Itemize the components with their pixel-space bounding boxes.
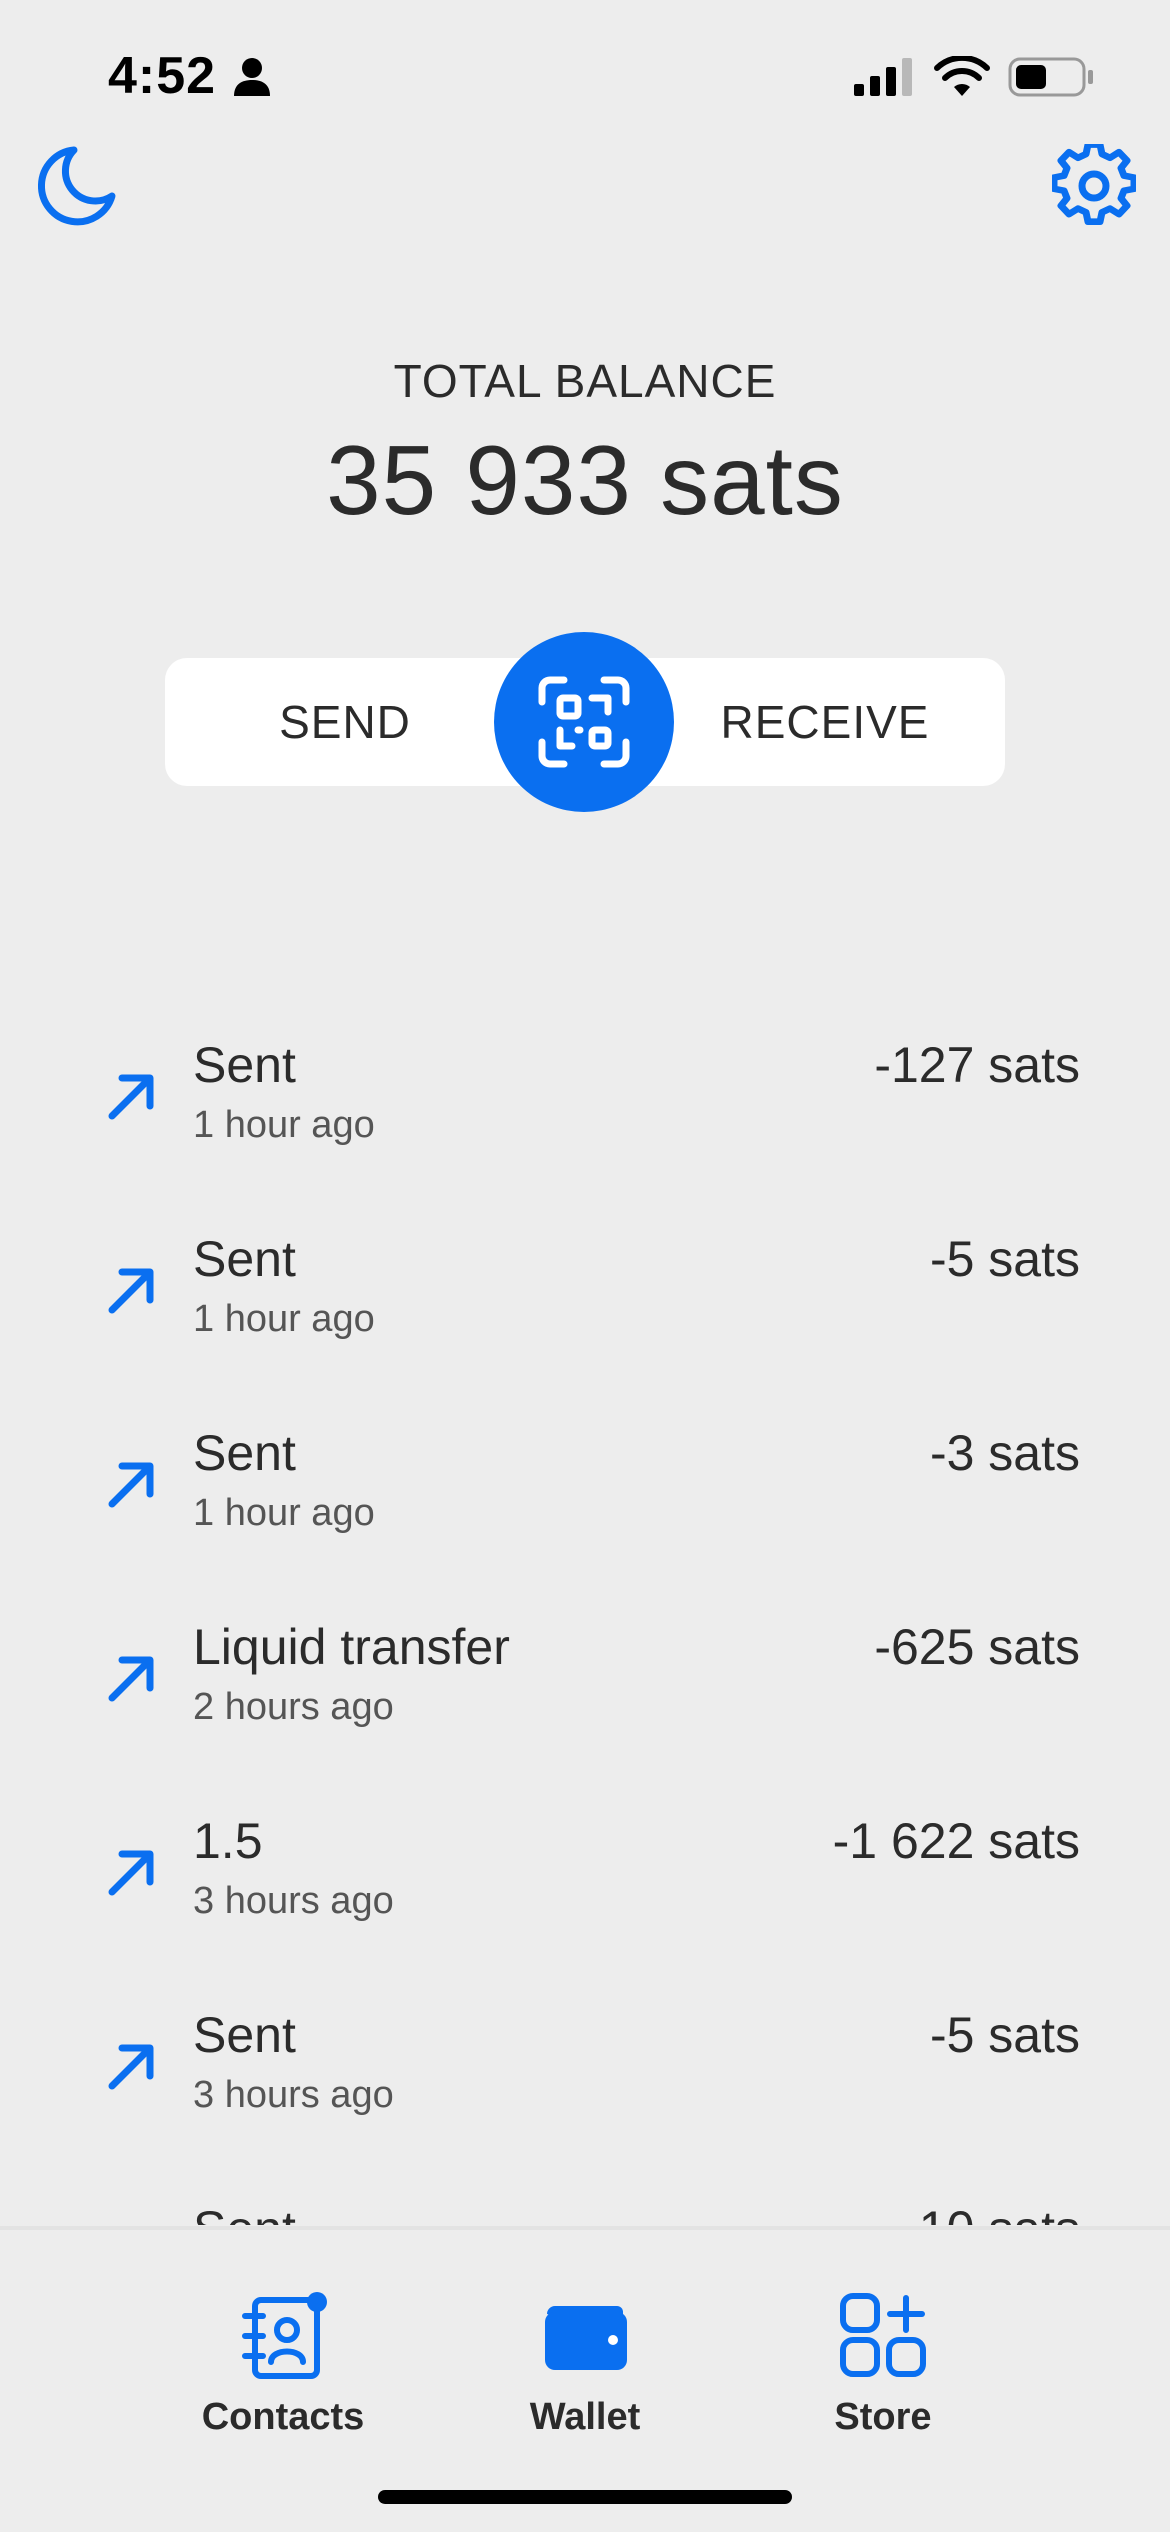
transaction-amount: -1 622 sats	[832, 1813, 1080, 1869]
cellular-signal-icon	[854, 58, 912, 96]
transaction-amount: -625 sats	[874, 1619, 1080, 1675]
transaction-time: 1 hour ago	[193, 1104, 375, 1146]
store-icon	[840, 2293, 926, 2377]
tab-store[interactable]: Store	[763, 2290, 1003, 2450]
status-bar: 4:52	[0, 0, 1170, 150]
transaction-title: Sent	[193, 1037, 296, 1093]
arrow-up-right-icon	[108, 1268, 154, 1314]
transaction-title: Liquid transfer	[193, 1619, 510, 1675]
arrow-up-right-icon	[108, 1462, 154, 1508]
battery-icon	[1008, 57, 1093, 97]
arrow-up-right-icon	[108, 1074, 154, 1120]
wallet-screen: 4:52 TOTAL BALANCE 35 933 sats SEND RECE…	[0, 0, 1170, 2532]
transaction-row[interactable]: Sent 1 hour ago -127 sats	[0, 1000, 1170, 1194]
qr-scan-icon	[538, 676, 630, 768]
transaction-list: Sent 1 hour ago -127 sats Sent 1 hour ag…	[0, 1000, 1170, 2225]
transaction-amount: -5 sats	[929, 2007, 1080, 2063]
tab-wallet-label: Wallet	[529, 2396, 641, 2438]
tab-contacts[interactable]: Contacts	[163, 2290, 403, 2450]
transaction-amount: -10 sats	[902, 2200, 1080, 2225]
transaction-title: Sent	[193, 1231, 296, 1287]
tab-store-label: Store	[834, 2396, 932, 2438]
transaction-row[interactable]: Sent 1 hour ago -3 sats	[0, 1388, 1170, 1582]
arrow-up-right-icon	[108, 2044, 154, 2090]
moon-icon[interactable]	[34, 144, 118, 228]
receive-button[interactable]: RECEIVE	[645, 658, 1005, 786]
arrow-up-right-icon	[108, 1656, 154, 1702]
transaction-amount: -127 sats	[874, 1037, 1080, 1093]
bottom-tab-bar: Contacts Wallet Store	[0, 2226, 1170, 2532]
gear-icon[interactable]	[1052, 144, 1136, 228]
status-time: 4:52	[108, 47, 217, 105]
transaction-title: 1.5	[193, 1813, 263, 1869]
transaction-row[interactable]: Sent 1 hour ago -5 sats	[0, 1194, 1170, 1388]
transaction-amount: -5 sats	[929, 1231, 1080, 1287]
person-icon	[234, 58, 270, 96]
transaction-title: Sent	[193, 2200, 296, 2225]
transaction-row[interactable]: Sent -10 sats	[0, 2164, 1170, 2225]
send-button[interactable]: SEND	[165, 658, 525, 786]
tab-contacts-label: Contacts	[201, 2396, 365, 2438]
qr-scan-button[interactable]	[494, 632, 674, 812]
transaction-row[interactable]: Liquid transfer 2 hours ago -625 sats	[0, 1582, 1170, 1776]
wallet-icon	[545, 2306, 627, 2370]
transaction-row[interactable]: Sent 3 hours ago -5 sats	[0, 1970, 1170, 2164]
transaction-title: Sent	[193, 1425, 296, 1481]
contacts-icon	[242, 2292, 327, 2379]
total-balance-value: 35 933 sats	[326, 425, 844, 535]
transaction-time: 3 hours ago	[193, 2074, 394, 2116]
transaction-row[interactable]: 1.5 3 hours ago -1 622 sats	[0, 1776, 1170, 1970]
transaction-title: Sent	[193, 2007, 296, 2063]
total-balance-label: TOTAL BALANCE	[393, 355, 777, 407]
arrow-up-right-icon	[108, 1850, 154, 1896]
transaction-time: 2 hours ago	[193, 1686, 394, 1728]
home-indicator	[378, 2490, 792, 2504]
transaction-amount: -3 sats	[929, 1425, 1080, 1481]
transaction-time: 3 hours ago	[193, 1880, 394, 1922]
wifi-icon	[934, 56, 990, 96]
transaction-time: 1 hour ago	[193, 1492, 375, 1534]
transaction-time: 1 hour ago	[193, 1298, 375, 1340]
tab-wallet[interactable]: Wallet	[465, 2290, 705, 2450]
